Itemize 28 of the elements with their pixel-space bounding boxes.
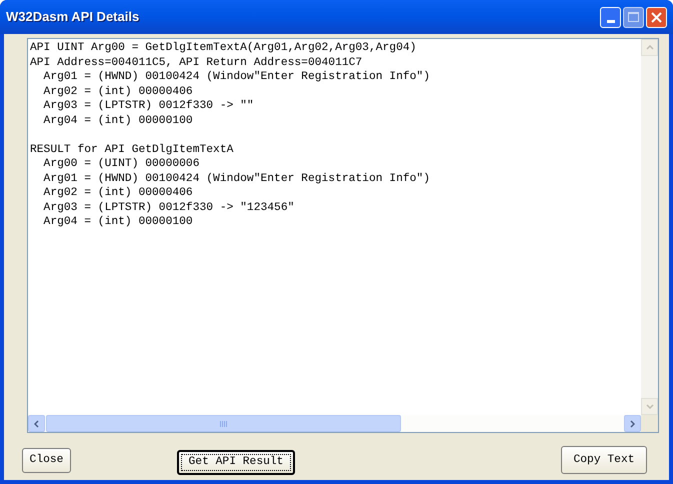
close-button[interactable]: Close <box>22 448 71 473</box>
scrollbar-corner <box>641 415 658 432</box>
scroll-right-button[interactable] <box>624 415 641 432</box>
window-title: W32Dasm API Details <box>6 8 140 26</box>
scroll-thumb[interactable] <box>46 415 401 432</box>
text-line: Arg03 = (LPTSTR) 0012f330 -> "" <box>42 99 254 114</box>
maximize-button[interactable] <box>623 6 644 28</box>
close-icon <box>651 12 662 22</box>
get-api-result-button[interactable]: Get API Result <box>177 450 295 475</box>
copy-text-button[interactable]: Copy Text <box>561 446 647 474</box>
maximize-icon <box>628 12 639 22</box>
text-line: Arg01 = (HWND) 00100424 (Window"Enter Registration Info") <box>42 172 430 186</box>
text-line: API UINT Arg00 = GetDlgItemTextA(Arg01,Arg02,Arg03,Arg04) <box>30 41 416 56</box>
text-line: Arg03 = (LPTSTR) 0012f330 -> "123456" <box>42 200 294 215</box>
text-line: Arg00 = (UINT) 00000006 <box>42 157 200 172</box>
close-button[interactable] <box>646 6 667 28</box>
text-line: Arg04 = (int) 00000100 <box>42 114 193 128</box>
minimize-button[interactable] <box>600 6 621 28</box>
text-line: Arg01 = (HWND) 00100424 (Window"Enter Registration Info") <box>42 70 430 84</box>
text-line: Arg04 = (int) 00000100 <box>42 215 193 230</box>
minimize-icon <box>606 20 614 22</box>
horizontal-scrollbar[interactable] <box>28 415 641 432</box>
text-line: API Address=004011C5, API Return Address=004011C7 <box>30 56 362 70</box>
text-line: Arg02 = (int) 00000406 <box>42 186 193 200</box>
text-line: RESULT for API GetDlgItemTextA <box>30 142 234 157</box>
grip-icon <box>220 420 227 426</box>
scroll-left-button[interactable] <box>28 415 45 432</box>
text-line: Arg02 = (int) 00000406 <box>42 84 193 99</box>
